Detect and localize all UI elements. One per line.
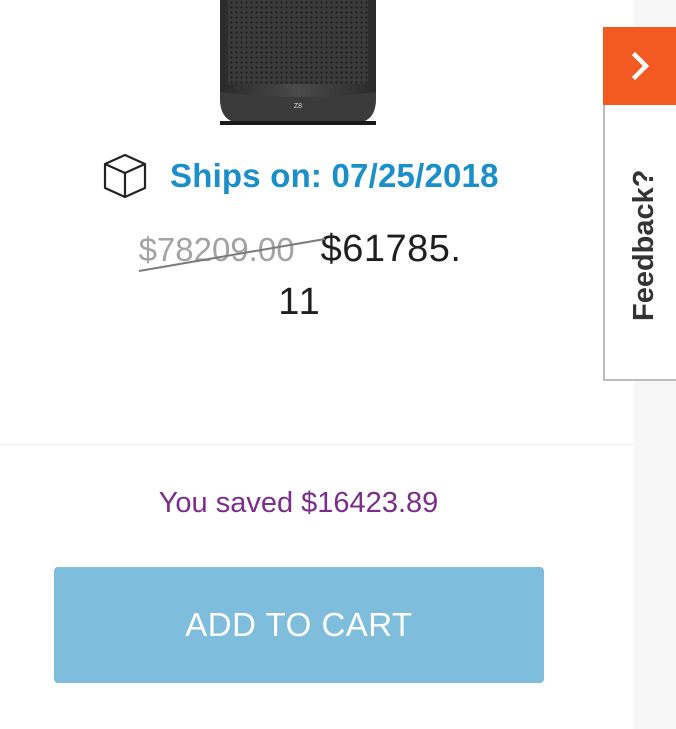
price-block: $78209.00 $61785. 11 — [120, 228, 480, 324]
sale-price: $61785. — [320, 228, 462, 270]
chevron-right-icon — [631, 51, 649, 81]
sale-price-cents: 11 — [278, 281, 322, 323]
strikethrough-line — [138, 238, 325, 272]
original-price: $78209.00 — [138, 231, 325, 272]
feedback-tab[interactable]: Feedback? — [603, 27, 676, 381]
feedback-toggle[interactable] — [603, 27, 676, 105]
section-divider — [0, 444, 634, 445]
product-image: Z8 — [214, 0, 382, 126]
add-to-cart-button[interactable]: ADD TO CART — [54, 567, 544, 683]
product-badge: Z8 — [294, 103, 302, 110]
box-icon — [103, 153, 147, 199]
savings-text: You saved $16423.89 — [158, 487, 439, 519]
product-purchase-panel: Z8 Ships on: 07/25/2018 $78209.00 $61785… — [0, 0, 676, 729]
feedback-label-area[interactable]: Feedback? — [603, 105, 676, 381]
ships-on-date: Ships on: 07/25/2018 — [170, 157, 499, 194]
ships-on-row: Ships on: 07/25/2018 — [100, 150, 499, 202]
feedback-label: Feedback? — [628, 170, 660, 322]
